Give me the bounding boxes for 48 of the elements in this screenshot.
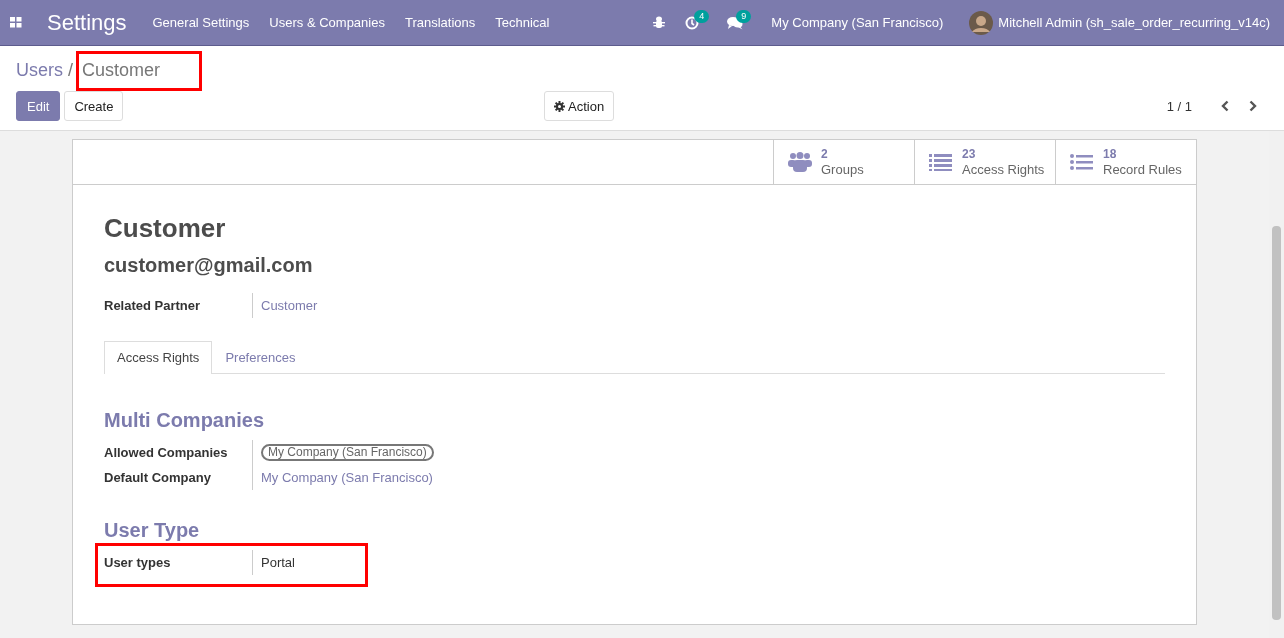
section-title: User Type xyxy=(104,518,201,542)
user-name: Mitchell Admin (sh_sale_order_recurring_v14c) xyxy=(998,15,1270,30)
action-button[interactable]: Action xyxy=(544,91,615,121)
tab[interactable]: Preferences xyxy=(212,341,309,373)
field-link[interactable]: Customer xyxy=(261,298,318,313)
breadcrumb-separator: / xyxy=(68,59,74,81)
list-icon xyxy=(929,152,953,172)
breadcrumb-link[interactable]: Users xyxy=(16,59,63,81)
field-value: Portal xyxy=(261,555,295,570)
smart-button-label: Record Rules xyxy=(1103,162,1182,177)
bulleted-list-icon xyxy=(1070,152,1094,172)
smart-button-label: Groups xyxy=(821,162,864,177)
smart-button-count: 23 xyxy=(962,147,976,162)
edit-button[interactable]: Edit xyxy=(16,91,61,121)
field-label: Related Partner xyxy=(104,298,202,313)
company-tag: My Company (San Francisco) xyxy=(261,444,434,461)
record-name: Customer xyxy=(104,213,227,243)
record-login: customer@gmail.com xyxy=(104,253,314,277)
menu-item[interactable]: Translations xyxy=(404,15,476,30)
pager-value: 1 / 1 xyxy=(1166,98,1192,114)
bug-icon[interactable] xyxy=(653,16,666,29)
next-icon[interactable] xyxy=(1248,100,1258,112)
field-label: Allowed Companies xyxy=(104,445,229,460)
section-title: Multi Companies xyxy=(104,408,265,432)
message-count-badge: 9 xyxy=(736,9,752,23)
smart-button-count: 2 xyxy=(821,147,828,162)
scrollbar-thumb[interactable] xyxy=(1272,226,1281,620)
app-title[interactable]: Settings xyxy=(47,9,127,36)
activity-count-badge: 4 xyxy=(694,9,710,23)
field-label: User types xyxy=(104,555,172,570)
apps-menu-icon[interactable] xyxy=(10,17,22,28)
clock-icon[interactable] xyxy=(685,15,700,30)
company-switcher[interactable]: My Company (San Francisco) xyxy=(771,15,944,30)
menu-item[interactable]: Technical xyxy=(495,15,550,30)
tab[interactable]: Access Rights xyxy=(104,341,213,374)
user-menu[interactable]: Mitchell Admin (sh_sale_order_recurring_v14c) xyxy=(969,10,1270,35)
avatar-icon xyxy=(969,10,994,35)
field-label: Default Company xyxy=(104,470,212,485)
gear-icon xyxy=(554,100,565,112)
menu-item[interactable]: General Settings xyxy=(152,15,250,30)
create-button[interactable]: Create xyxy=(64,91,124,121)
previous-icon[interactable] xyxy=(1220,100,1230,112)
field-link[interactable]: My Company (San Francisco) xyxy=(261,470,433,485)
breadcrumb-current: Customer xyxy=(82,59,161,80)
people-icon xyxy=(788,152,812,172)
menu-item[interactable]: Users & Companies xyxy=(269,15,385,30)
smart-button-label: Access Rights xyxy=(962,162,1045,177)
smart-button-count: 18 xyxy=(1103,147,1117,162)
